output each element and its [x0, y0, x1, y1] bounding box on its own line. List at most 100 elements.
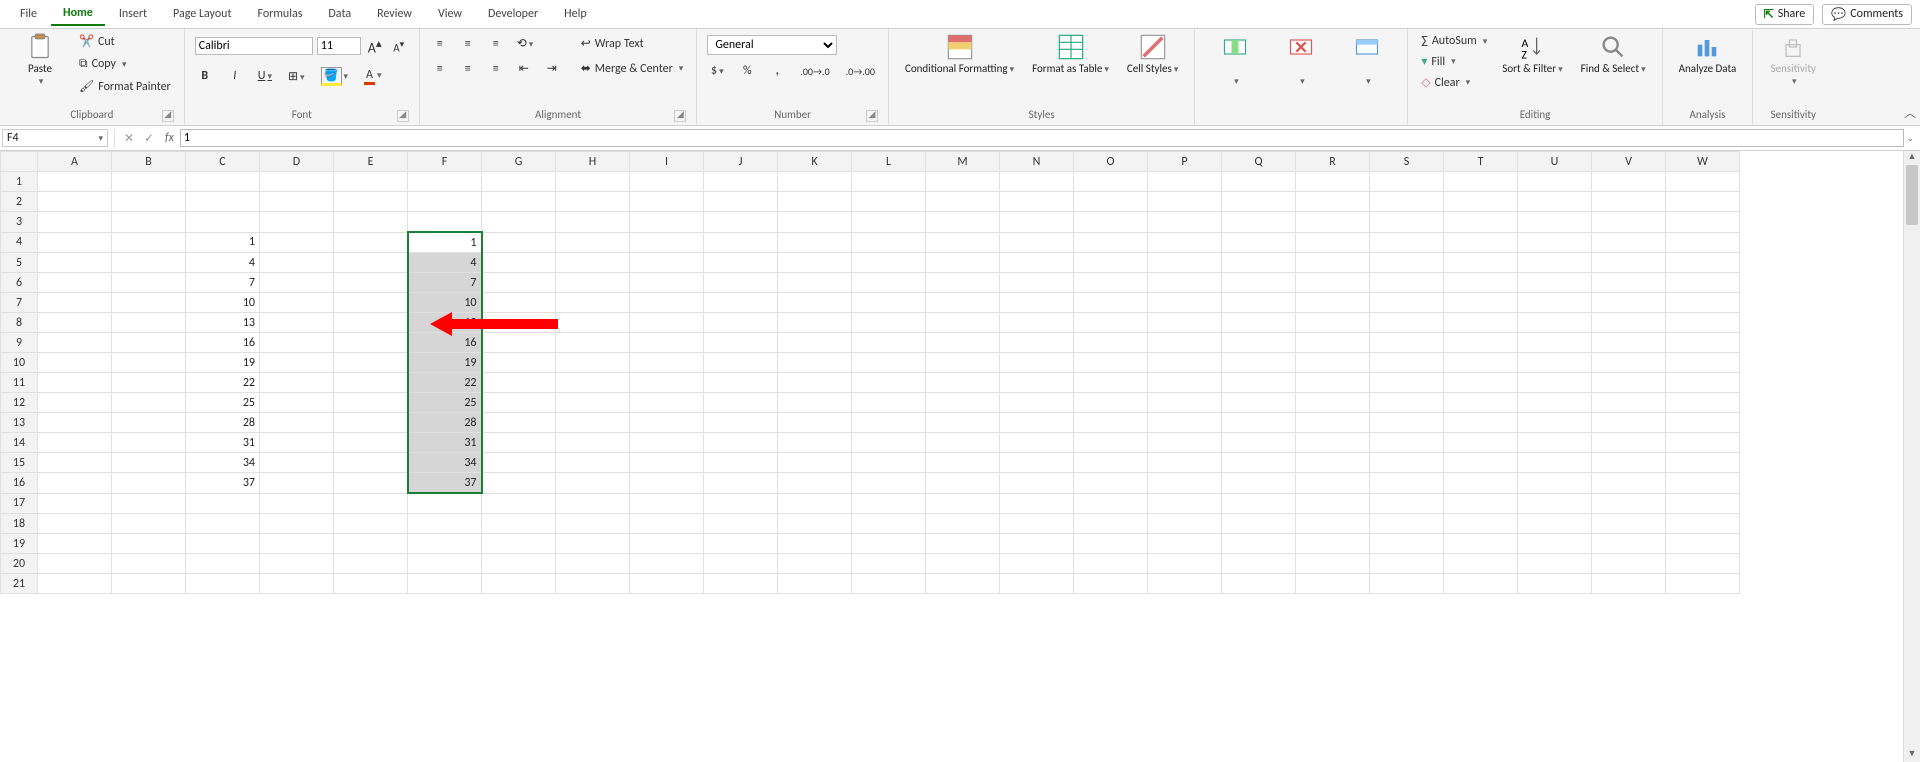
cell-K12[interactable]	[778, 393, 852, 413]
cell-P13[interactable]	[1148, 413, 1222, 433]
cell-H11[interactable]	[556, 373, 630, 393]
cell-C18[interactable]	[186, 514, 260, 534]
cell-J3[interactable]	[704, 212, 778, 233]
name-box[interactable]: F4▾	[2, 129, 108, 147]
row-header-17[interactable]: 17	[1, 493, 38, 514]
cell-K2[interactable]	[778, 192, 852, 212]
cell-S3[interactable]	[1370, 212, 1444, 233]
cell-P18[interactable]	[1148, 514, 1222, 534]
row-header-2[interactable]: 2	[1, 192, 38, 212]
cell-T21[interactable]	[1444, 574, 1518, 594]
cell-R17[interactable]	[1296, 493, 1370, 514]
cell-A12[interactable]	[38, 393, 112, 413]
cell-J1[interactable]	[704, 172, 778, 192]
cell-J5[interactable]	[704, 253, 778, 273]
cell-W4[interactable]	[1666, 232, 1740, 253]
cell-M11[interactable]	[926, 373, 1000, 393]
cell-G16[interactable]	[482, 473, 556, 494]
col-header-S[interactable]: S	[1370, 152, 1444, 172]
cell-L16[interactable]	[852, 473, 926, 494]
tab-insert[interactable]: Insert	[107, 3, 159, 25]
orientation-button[interactable]: ⟲▾	[514, 35, 537, 52]
increase-indent-button[interactable]: ⇥	[542, 60, 562, 77]
cell-N13[interactable]	[1000, 413, 1074, 433]
cell-L5[interactable]	[852, 253, 926, 273]
cell-N17[interactable]	[1000, 493, 1074, 514]
cell-E6[interactable]	[334, 273, 408, 293]
cell-P14[interactable]	[1148, 433, 1222, 453]
cell-T18[interactable]	[1444, 514, 1518, 534]
cell-O15[interactable]	[1074, 453, 1148, 473]
accounting-button[interactable]: $▾	[707, 63, 727, 79]
cell-R18[interactable]	[1296, 514, 1370, 534]
cell-L19[interactable]	[852, 534, 926, 554]
cell-T13[interactable]	[1444, 413, 1518, 433]
cell-R4[interactable]	[1296, 232, 1370, 253]
cell-A15[interactable]	[38, 453, 112, 473]
col-header-D[interactable]: D	[260, 152, 334, 172]
cell-J7[interactable]	[704, 293, 778, 313]
cell-A17[interactable]	[38, 493, 112, 514]
cell-I4[interactable]	[630, 232, 704, 253]
cell-I13[interactable]	[630, 413, 704, 433]
cell-R9[interactable]	[1296, 333, 1370, 353]
row-header-14[interactable]: 14	[1, 433, 38, 453]
cell-E5[interactable]	[334, 253, 408, 273]
tab-file[interactable]: File	[8, 3, 49, 25]
cell-B13[interactable]	[112, 413, 186, 433]
cell-Q8[interactable]	[1222, 313, 1296, 333]
cell-T14[interactable]	[1444, 433, 1518, 453]
cell-S18[interactable]	[1370, 514, 1444, 534]
cell-O5[interactable]	[1074, 253, 1148, 273]
cell-D2[interactable]	[260, 192, 334, 212]
cell-M6[interactable]	[926, 273, 1000, 293]
cell-N3[interactable]	[1000, 212, 1074, 233]
cell-B17[interactable]	[112, 493, 186, 514]
wrap-text-button[interactable]: ↩Wrap Text	[578, 35, 687, 52]
cell-E16[interactable]	[334, 473, 408, 494]
cell-O8[interactable]	[1074, 313, 1148, 333]
cell-I20[interactable]	[630, 554, 704, 574]
cell-T11[interactable]	[1444, 373, 1518, 393]
cell-M14[interactable]	[926, 433, 1000, 453]
cell-M20[interactable]	[926, 554, 1000, 574]
paste-button[interactable]: Paste▾	[10, 31, 70, 90]
cut-button[interactable]: ✂️Cut	[76, 33, 174, 50]
cell-R7[interactable]	[1296, 293, 1370, 313]
cell-H1[interactable]	[556, 172, 630, 192]
cell-J6[interactable]	[704, 273, 778, 293]
cell-D8[interactable]	[260, 313, 334, 333]
row-header-18[interactable]: 18	[1, 514, 38, 534]
cell-F7[interactable]: 10	[408, 293, 482, 313]
cell-P15[interactable]	[1148, 453, 1222, 473]
cell-S12[interactable]	[1370, 393, 1444, 413]
cell-A10[interactable]	[38, 353, 112, 373]
col-header-J[interactable]: J	[704, 152, 778, 172]
cell-K4[interactable]	[778, 232, 852, 253]
cell-G14[interactable]	[482, 433, 556, 453]
alignment-launcher[interactable]: ◢	[674, 110, 686, 122]
cell-G18[interactable]	[482, 514, 556, 534]
cell-C11[interactable]: 22	[186, 373, 260, 393]
cell-S8[interactable]	[1370, 313, 1444, 333]
cell-O11[interactable]	[1074, 373, 1148, 393]
cell-J10[interactable]	[704, 353, 778, 373]
cell-Q11[interactable]	[1222, 373, 1296, 393]
cell-A2[interactable]	[38, 192, 112, 212]
cell-O2[interactable]	[1074, 192, 1148, 212]
cell-W15[interactable]	[1666, 453, 1740, 473]
cell-V14[interactable]	[1592, 433, 1666, 453]
cell-G17[interactable]	[482, 493, 556, 514]
cell-I9[interactable]	[630, 333, 704, 353]
cell-W21[interactable]	[1666, 574, 1740, 594]
cell-J11[interactable]	[704, 373, 778, 393]
cell-R14[interactable]	[1296, 433, 1370, 453]
row-header-19[interactable]: 19	[1, 534, 38, 554]
cell-A9[interactable]	[38, 333, 112, 353]
cell-E12[interactable]	[334, 393, 408, 413]
cell-S5[interactable]	[1370, 253, 1444, 273]
cell-D3[interactable]	[260, 212, 334, 233]
cell-A6[interactable]	[38, 273, 112, 293]
cell-M9[interactable]	[926, 333, 1000, 353]
cell-N19[interactable]	[1000, 534, 1074, 554]
